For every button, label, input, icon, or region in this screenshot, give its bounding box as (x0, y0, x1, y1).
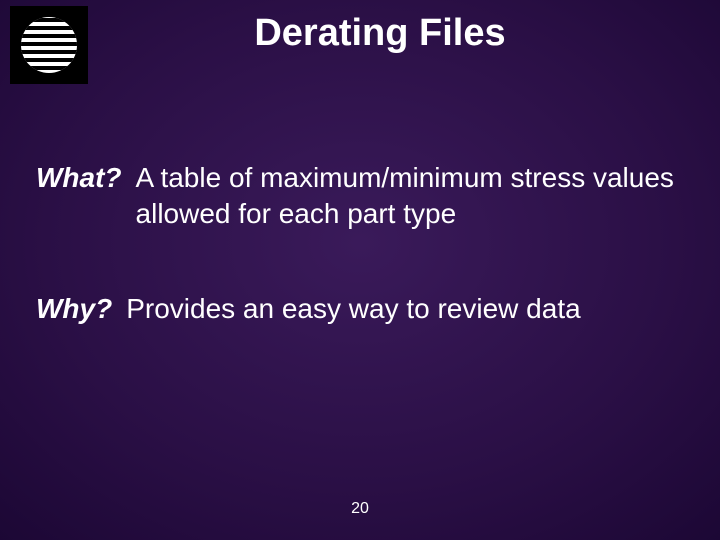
slide-body: What? A table of maximum/minimum stress … (36, 160, 684, 385)
slide-title: Derating Files (0, 12, 720, 55)
definition-label-why: Why? (36, 291, 112, 327)
definition-row: What? A table of maximum/minimum stress … (36, 160, 684, 233)
definition-text-why: Provides an easy way to review data (126, 291, 684, 327)
definition-label-what: What? (36, 160, 122, 196)
definition-row: Why? Provides an easy way to review data (36, 291, 684, 327)
page-number: 20 (0, 500, 720, 518)
definition-text-what: A table of maximum/minimum stress values… (136, 160, 684, 233)
